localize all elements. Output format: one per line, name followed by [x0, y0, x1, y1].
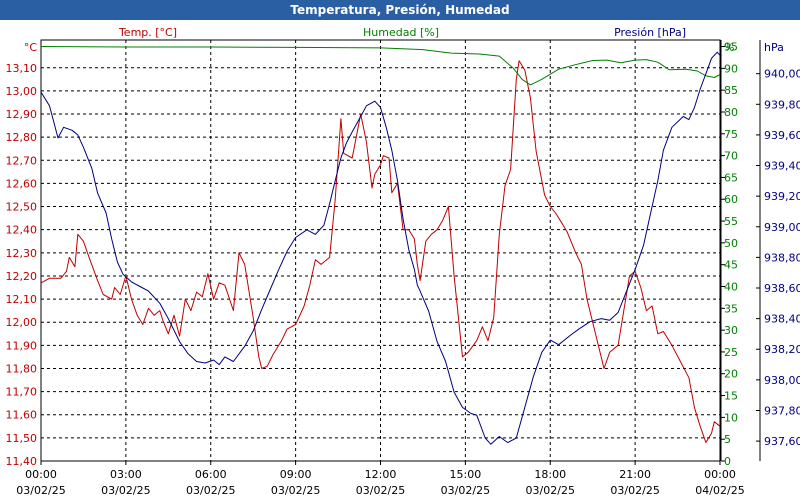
mid-axis-tick: 55: [724, 215, 738, 228]
left-axis-tick: 12,90: [6, 108, 38, 121]
right-axis-tick: 938,60: [764, 282, 800, 295]
x-tick-time: 12:00: [365, 468, 397, 481]
x-tick-time: 03:00: [110, 468, 142, 481]
chart-title: Temperatura, Presión, Humedad: [0, 0, 800, 20]
mid-axis-tick: 90: [724, 62, 738, 75]
mid-axis-tick: 70: [724, 150, 738, 163]
series-title-temp: Temp. [°C]: [118, 26, 177, 39]
left-axis-tick: 11,80: [6, 362, 38, 375]
right-axis-tick: 939,00: [764, 221, 800, 234]
left-axis-tick: 12,50: [6, 201, 38, 214]
x-tick-date: 03/02/25: [16, 484, 65, 497]
right-axis-tick: 939,80: [764, 98, 800, 111]
x-tick-date: 03/02/25: [101, 484, 150, 497]
mid-axis-tick: 20: [724, 368, 738, 381]
mid-axis-tick: 35: [724, 302, 738, 315]
left-axis-unit: °C: [24, 41, 38, 54]
x-tick-time: 00:00: [704, 468, 736, 481]
mid-axis-tick: 45: [724, 259, 738, 272]
right-axis-tick: 938,20: [764, 343, 800, 356]
x-tick-time: 00:00: [25, 468, 57, 481]
left-axis-tick: 12,70: [6, 154, 38, 167]
left-axis-tick: 12,10: [6, 293, 38, 306]
right-axis-tick: 939,20: [764, 190, 800, 203]
mid-axis-tick: 0: [724, 455, 731, 468]
x-tick-time: 09:00: [280, 468, 312, 481]
right-axis-tick: 937,60: [764, 435, 800, 448]
series-title-hum: Humedad [%]: [363, 26, 439, 39]
mid-axis-tick: 60: [724, 193, 738, 206]
mid-axis-tick: 25: [724, 346, 738, 359]
x-tick-time: 18:00: [534, 468, 566, 481]
series-title-pres: Presión [hPa]: [614, 26, 686, 39]
mid-axis-tick: 80: [724, 106, 738, 119]
left-axis-tick: 12,60: [6, 177, 38, 190]
mid-axis-tick: 85: [724, 84, 738, 97]
left-axis-tick: 11,70: [6, 386, 38, 399]
mid-axis-tick: 75: [724, 128, 738, 141]
x-tick-time: 15:00: [450, 468, 482, 481]
x-tick-time: 06:00: [195, 468, 227, 481]
x-tick-date: 03/02/25: [356, 484, 405, 497]
mid-axis-tick: 50: [724, 237, 738, 250]
x-tick-date: 03/02/25: [271, 484, 320, 497]
left-axis-tick: 11,40: [6, 455, 38, 468]
mid-axis-tick: 30: [724, 324, 738, 337]
left-axis-tick: 12,30: [6, 247, 38, 260]
left-axis-tick: 12,40: [6, 224, 38, 237]
mid-axis-tick: 65: [724, 171, 738, 184]
x-tick-date: 04/02/25: [695, 484, 744, 497]
right-axis-tick: 938,80: [764, 251, 800, 264]
left-axis-tick: 13,00: [6, 85, 38, 98]
series-line-pres: [40, 51, 721, 445]
x-tick-date: 03/02/25: [610, 484, 659, 497]
left-axis-tick: 12,80: [6, 131, 38, 144]
left-axis-tick: 11,60: [6, 409, 38, 422]
x-tick-date: 03/02/25: [526, 484, 575, 497]
right-axis-tick: 938,40: [764, 313, 800, 326]
mid-axis-tick: 5: [724, 433, 731, 446]
x-tick-time: 21:00: [619, 468, 651, 481]
right-axis-tick: 940,00: [764, 68, 800, 81]
right-axis-tick: 939,40: [764, 160, 800, 173]
x-tick-date: 03/02/25: [186, 484, 235, 497]
left-axis-tick: 12,20: [6, 270, 38, 283]
right-axis-tick: 939,60: [764, 129, 800, 142]
right-axis-unit: hPa: [764, 41, 784, 54]
left-axis-tick: 13,10: [6, 62, 38, 75]
mid-axis-tick: 15: [724, 390, 738, 403]
chart-canvas: 00:00 03/02/25 03:00 03/02/25 06:00 03/02/25 0…: [6, 26, 800, 497]
left-axis-tick: 12,00: [6, 316, 38, 329]
mid-axis-unit: %: [724, 41, 734, 54]
left-axis-tick: 11,50: [6, 432, 38, 445]
right-axis-tick: 938,00: [764, 374, 800, 387]
right-axis-tick: 937,80: [764, 404, 800, 417]
left-axis-tick: 11,90: [6, 339, 38, 352]
mid-axis-tick: 10: [724, 411, 738, 424]
x-tick-date: 03/02/25: [441, 484, 490, 497]
mid-axis-tick: 40: [724, 280, 738, 293]
